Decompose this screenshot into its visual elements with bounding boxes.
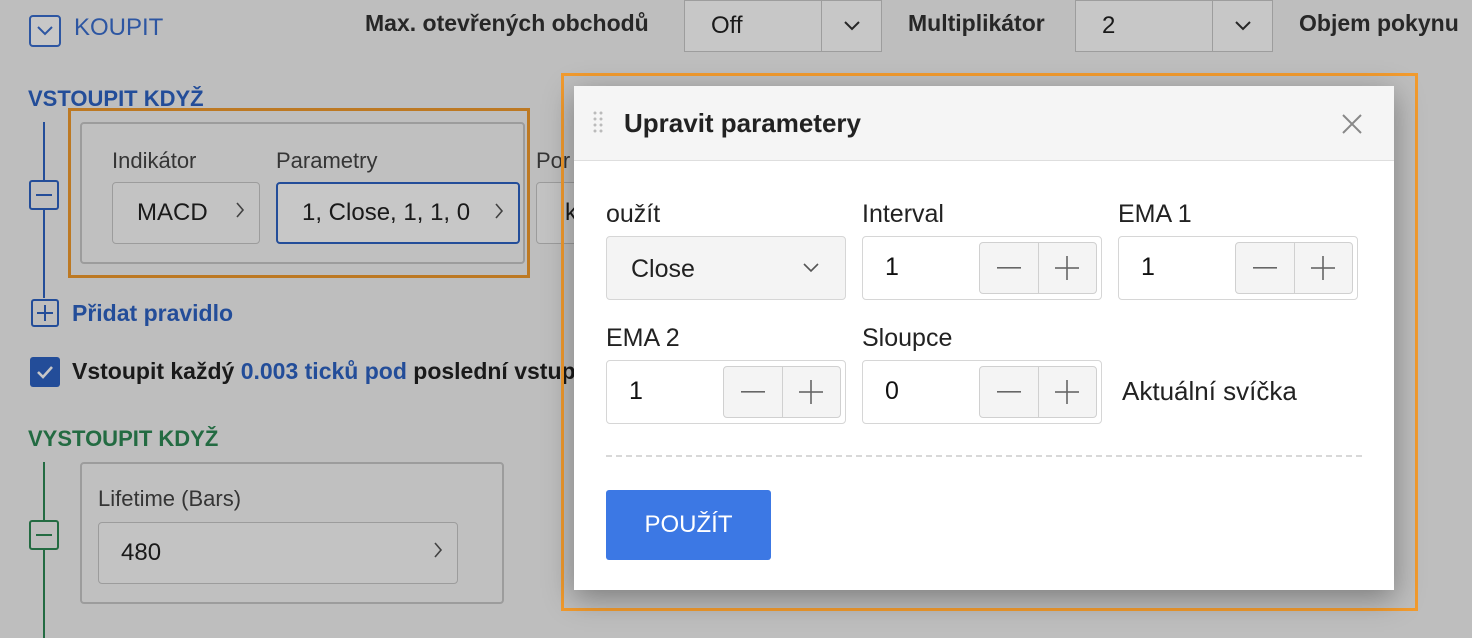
ema1-value[interactable]: 1 bbox=[1141, 253, 1155, 282]
plus-icon bbox=[1311, 256, 1336, 280]
bars-increment-button[interactable] bbox=[1037, 367, 1096, 417]
interval-stepper bbox=[979, 242, 1097, 294]
minus-icon bbox=[740, 391, 765, 393]
ema1-decrement-button[interactable] bbox=[1236, 243, 1294, 293]
ema1-stepper bbox=[1235, 242, 1353, 294]
ema2-decrement-button[interactable] bbox=[724, 367, 782, 417]
ema2-field[interactable]: 1 bbox=[606, 360, 846, 424]
price-source-select[interactable]: Close bbox=[606, 236, 846, 300]
interval-increment-button[interactable] bbox=[1037, 243, 1096, 293]
bars-value[interactable]: 0 bbox=[885, 377, 899, 406]
price-source-value: Close bbox=[631, 255, 695, 283]
minus-icon bbox=[996, 267, 1021, 269]
dialog-divider bbox=[606, 455, 1362, 457]
ema1-field[interactable]: 1 bbox=[1118, 236, 1358, 300]
ema2-label: EMA 2 bbox=[606, 324, 680, 352]
ema2-increment-button[interactable] bbox=[781, 367, 840, 417]
ema2-stepper bbox=[723, 366, 841, 418]
plus-icon bbox=[1055, 380, 1080, 404]
ema2-value[interactable]: 1 bbox=[629, 377, 643, 406]
plus-icon bbox=[799, 380, 824, 404]
apply-button[interactable]: POUŽÍT bbox=[606, 490, 771, 560]
bars-stepper bbox=[979, 366, 1097, 418]
bars-decrement-button[interactable] bbox=[980, 367, 1038, 417]
strategy-editor-page: KOUPIT Max. otevřených obchodů Off Multi… bbox=[0, 0, 1472, 638]
dialog-header: Upravit parametery bbox=[574, 86, 1394, 161]
close-icon[interactable] bbox=[1338, 110, 1366, 138]
minus-icon bbox=[1252, 267, 1277, 269]
edit-params-dialog: Upravit parametery oužít Interval EMA 1 … bbox=[574, 86, 1394, 590]
bars-label: Sloupce bbox=[862, 324, 953, 352]
plus-icon bbox=[1055, 256, 1080, 280]
ema1-increment-button[interactable] bbox=[1293, 243, 1352, 293]
interval-label: Interval bbox=[862, 200, 944, 228]
current-candle-text: Aktuální svíčka bbox=[1122, 376, 1297, 406]
interval-value[interactable]: 1 bbox=[885, 253, 899, 282]
interval-decrement-button[interactable] bbox=[980, 243, 1038, 293]
minus-icon bbox=[996, 391, 1021, 393]
chevron-down-icon bbox=[803, 263, 819, 273]
drag-handle-icon[interactable] bbox=[592, 110, 604, 136]
dialog-title: Upravit parametery bbox=[624, 108, 861, 138]
bars-field[interactable]: 0 bbox=[862, 360, 1102, 424]
interval-field[interactable]: 1 bbox=[862, 236, 1102, 300]
use-label: oužít bbox=[606, 200, 661, 228]
ema1-label: EMA 1 bbox=[1118, 200, 1192, 228]
